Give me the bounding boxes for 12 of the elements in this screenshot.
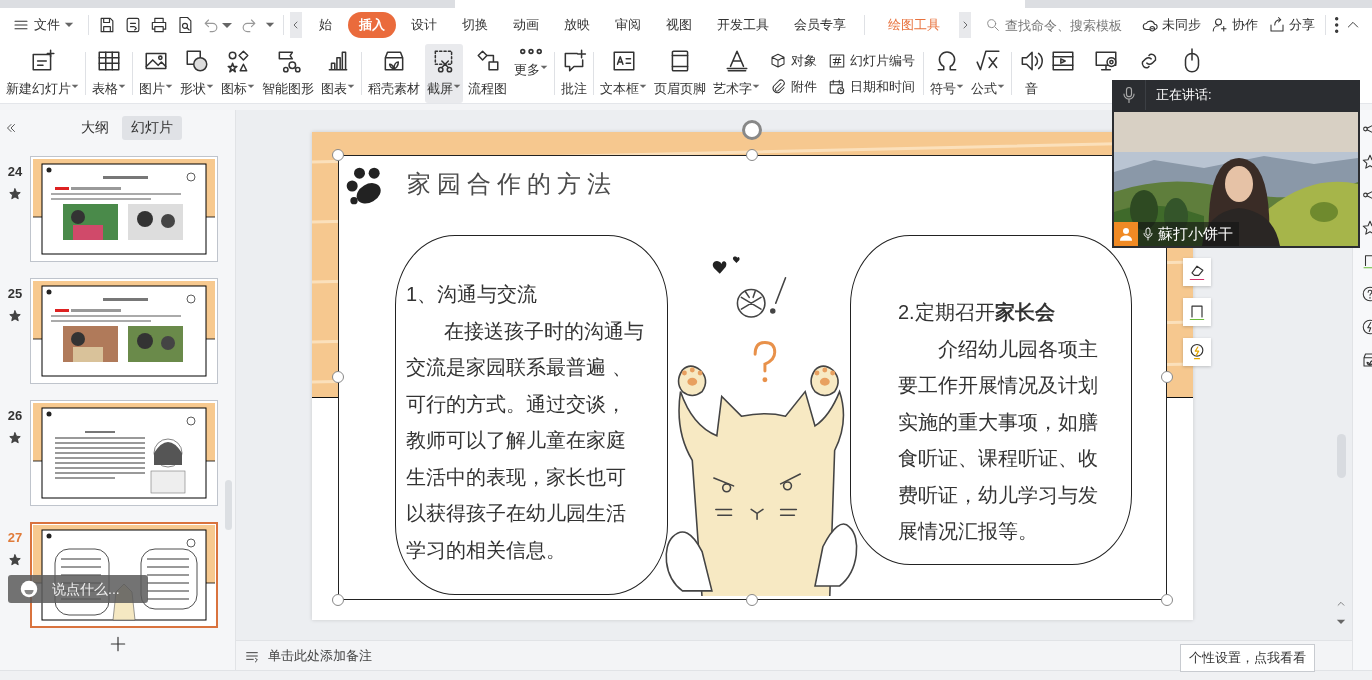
slide-number: 26 [7, 408, 23, 423]
speaking-label: 正在讲话: [1156, 86, 1212, 104]
participant-name: 蘇打小饼干 [1158, 224, 1233, 244]
slide-title: 家园合作的方法 [407, 169, 617, 200]
tooltip: 个性设置，点我看看 [1180, 644, 1315, 672]
bubble-text: 介绍幼儿园各项主要工作开展情况及计划实施的重大事项，如膳食听证、课程听证、收费听证，幼儿学习与发展情况汇报等。 [898, 336, 1099, 544]
slide-number: 27 [7, 530, 23, 545]
slide-number: 25 [7, 286, 23, 301]
bubble-heading: 2.定期召开家长会 [898, 300, 1056, 325]
slide-number: 24 [7, 164, 23, 179]
bubble-text: 在接送孩子时的沟通与交流是家园联系最普遍 、可行的方式。通过交谈，教师可以了解儿童在家庭生活中的表现，家长也可以获得孩子在幼儿园生活学习的相关信息。 [406, 318, 645, 563]
bubble-heading: 1、沟通与交流 [406, 282, 539, 307]
